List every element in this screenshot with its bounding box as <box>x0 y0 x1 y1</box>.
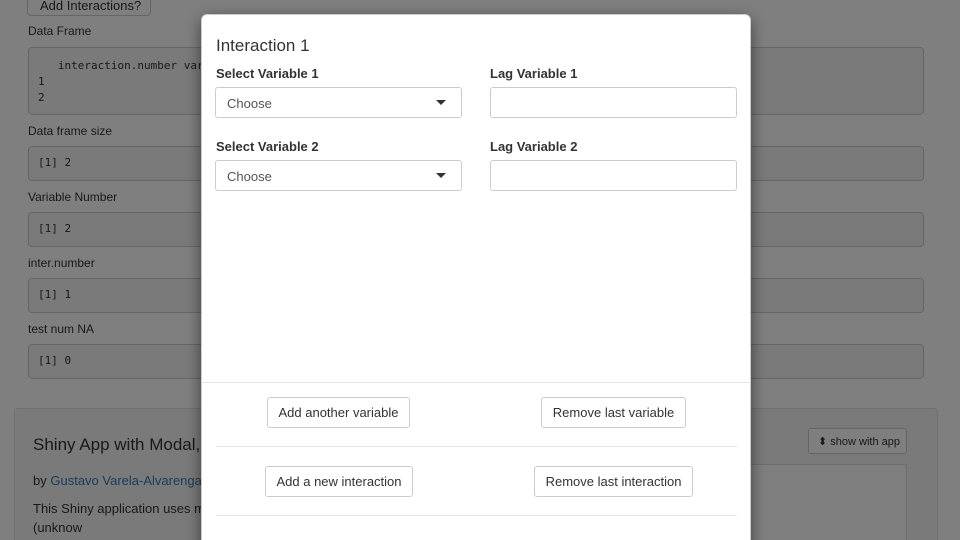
add-new-interaction-button[interactable]: Add a new interaction <box>265 466 413 497</box>
lag-variable-1-input[interactable] <box>490 87 737 118</box>
button-row-divider <box>216 446 737 447</box>
modal-footer-divider <box>202 382 750 383</box>
bottom-divider <box>216 515 737 516</box>
remove-last-variable-button[interactable]: Remove last variable <box>541 397 686 428</box>
interaction-modal: Interaction 1 Select Variable 1 Choose L… <box>201 14 751 540</box>
remove-last-interaction-button[interactable]: Remove last interaction <box>534 466 693 497</box>
lag-variable-2-label: Lag Variable 2 <box>490 139 578 154</box>
caret-down-icon <box>436 100 446 105</box>
add-another-variable-button[interactable]: Add another variable <box>267 397 410 428</box>
select-variable-2-label: Select Variable 2 <box>216 139 319 154</box>
lag-variable-2-input[interactable] <box>490 160 737 191</box>
select-variable-1-value: Choose <box>227 96 272 111</box>
select-variable-2-dropdown[interactable]: Choose <box>215 160 462 191</box>
select-variable-1-dropdown[interactable]: Choose <box>215 87 462 118</box>
caret-down-icon <box>436 173 446 178</box>
select-variable-2-value: Choose <box>227 169 272 184</box>
lag-variable-1-label: Lag Variable 1 <box>490 66 578 81</box>
modal-title: Interaction 1 <box>216 36 310 55</box>
select-variable-1-label: Select Variable 1 <box>216 66 319 81</box>
